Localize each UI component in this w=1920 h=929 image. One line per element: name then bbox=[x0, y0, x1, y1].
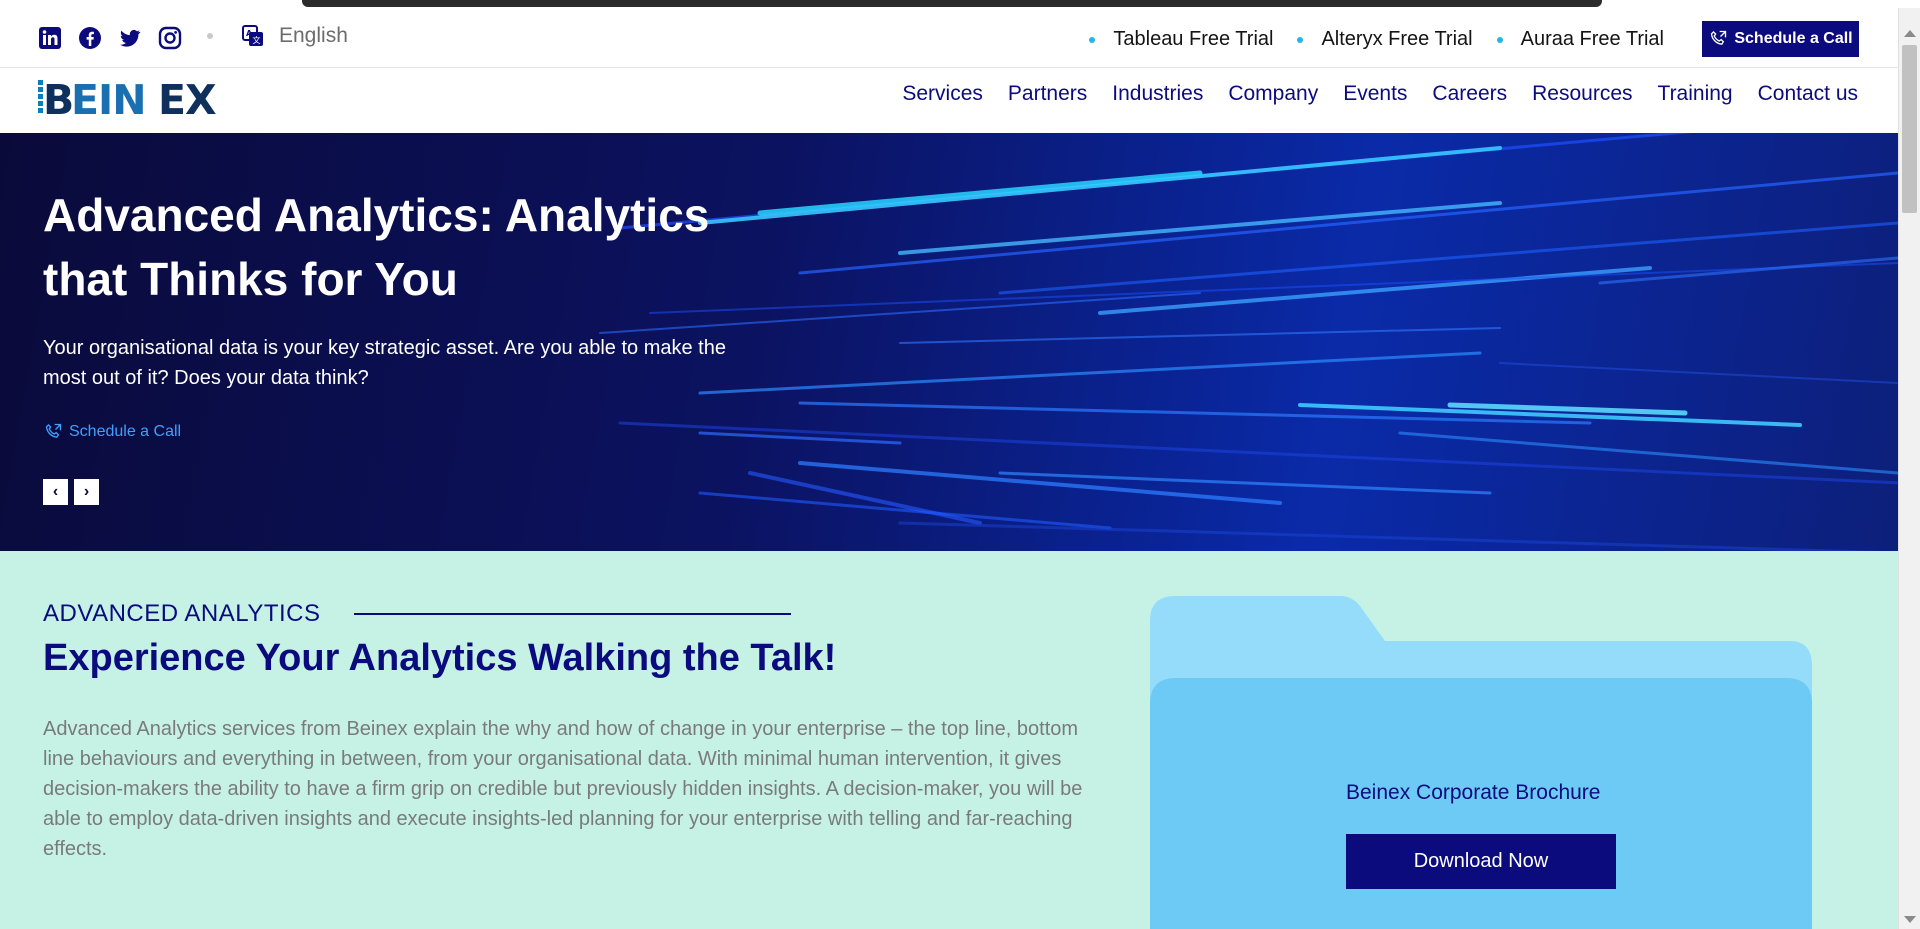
schedule-call-label: Schedule a Call bbox=[1734, 30, 1853, 47]
top-utility-bar: A文 English Tableau Free Trial Alteryx Fr… bbox=[0, 8, 1898, 68]
slider-prev-button[interactable]: ‹ bbox=[43, 479, 68, 505]
hero-schedule-call-link[interactable]: Schedule a Call bbox=[43, 422, 181, 442]
facebook-icon[interactable] bbox=[78, 26, 102, 50]
advanced-analytics-section: ADVANCED ANALYTICS Experience Your Analy… bbox=[0, 551, 1898, 929]
slider-controls: ‹ › bbox=[43, 479, 99, 505]
translate-icon: A文 bbox=[242, 25, 263, 46]
nav-training[interactable]: Training bbox=[1658, 82, 1733, 106]
primary-nav: Services Partners Industries Company Eve… bbox=[902, 82, 1858, 106]
svg-text:文: 文 bbox=[253, 35, 261, 45]
trial-label: Alteryx Free Trial bbox=[1321, 28, 1473, 50]
scrollbar-thumb[interactable] bbox=[1902, 45, 1917, 213]
svg-text:B: B bbox=[43, 78, 73, 120]
nav-careers[interactable]: Careers bbox=[1432, 82, 1507, 106]
nav-company[interactable]: Company bbox=[1228, 82, 1318, 106]
section-eyebrow: ADVANCED ANALYTICS bbox=[43, 600, 321, 627]
trial-label: Auraa Free Trial bbox=[1520, 28, 1664, 50]
svg-text:EIN: EIN bbox=[71, 78, 146, 120]
browser-top-edge bbox=[0, 0, 1920, 8]
nav-services[interactable]: Services bbox=[902, 82, 983, 106]
linkedin-icon[interactable] bbox=[38, 26, 62, 50]
brochure-title: Beinex Corporate Brochure bbox=[1346, 781, 1601, 804]
hero-cta-label: Schedule a Call bbox=[69, 423, 182, 440]
trial-label: Tableau Free Trial bbox=[1113, 28, 1274, 50]
trial-link-tableau[interactable]: Tableau Free Trial bbox=[1079, 28, 1273, 51]
slider-next-button[interactable]: › bbox=[74, 479, 99, 505]
phone-icon bbox=[1711, 30, 1727, 45]
phone-icon bbox=[45, 423, 62, 438]
section-title: Experience Your Analytics Walking the Ta… bbox=[43, 637, 837, 679]
language-label: English bbox=[279, 24, 348, 47]
language-selector[interactable]: A文 English bbox=[241, 24, 348, 48]
download-now-button[interactable]: Download Now bbox=[1346, 834, 1616, 889]
scroll-up-arrow-icon[interactable] bbox=[1904, 30, 1916, 37]
page-scrollbar[interactable] bbox=[1898, 8, 1920, 929]
trial-link-auraa[interactable]: Auraa Free Trial bbox=[1487, 28, 1664, 51]
hero-title: Advanced Analytics: Analytics that Think… bbox=[43, 189, 710, 305]
separator-dot bbox=[207, 33, 213, 39]
nav-industries[interactable]: Industries bbox=[1112, 82, 1203, 106]
nav-contact-us[interactable]: Contact us bbox=[1758, 82, 1858, 106]
instagram-icon[interactable] bbox=[158, 26, 182, 50]
social-links bbox=[38, 26, 182, 50]
nav-events[interactable]: Events bbox=[1343, 82, 1407, 106]
bullet-dot bbox=[1297, 36, 1304, 43]
bullet-dot bbox=[1089, 36, 1096, 43]
hero-subtitle: Your organisational data is your key str… bbox=[43, 337, 726, 389]
main-navbar: B EIN EX Services Partners Industries Co… bbox=[0, 68, 1898, 133]
free-trial-links: Tableau Free Trial Alteryx Free Trial Au… bbox=[1079, 28, 1664, 51]
scroll-down-arrow-icon[interactable] bbox=[1904, 916, 1916, 923]
nav-partners[interactable]: Partners bbox=[1008, 82, 1087, 106]
twitter-icon[interactable] bbox=[118, 26, 142, 50]
hero-banner: Advanced Analytics: Analytics that Think… bbox=[0, 133, 1898, 551]
eyebrow-divider bbox=[354, 613, 791, 615]
section-body: Advanced Analytics services from Beinex … bbox=[43, 718, 1083, 860]
trial-link-alteryx[interactable]: Alteryx Free Trial bbox=[1287, 28, 1473, 51]
beinex-logo[interactable]: B EIN EX bbox=[38, 78, 230, 120]
schedule-call-button[interactable]: Schedule a Call bbox=[1702, 21, 1859, 57]
nav-resources[interactable]: Resources bbox=[1532, 82, 1632, 106]
bullet-dot bbox=[1496, 36, 1503, 43]
svg-text:EX: EX bbox=[158, 78, 216, 120]
browser-tab-strip bbox=[302, 0, 1602, 7]
